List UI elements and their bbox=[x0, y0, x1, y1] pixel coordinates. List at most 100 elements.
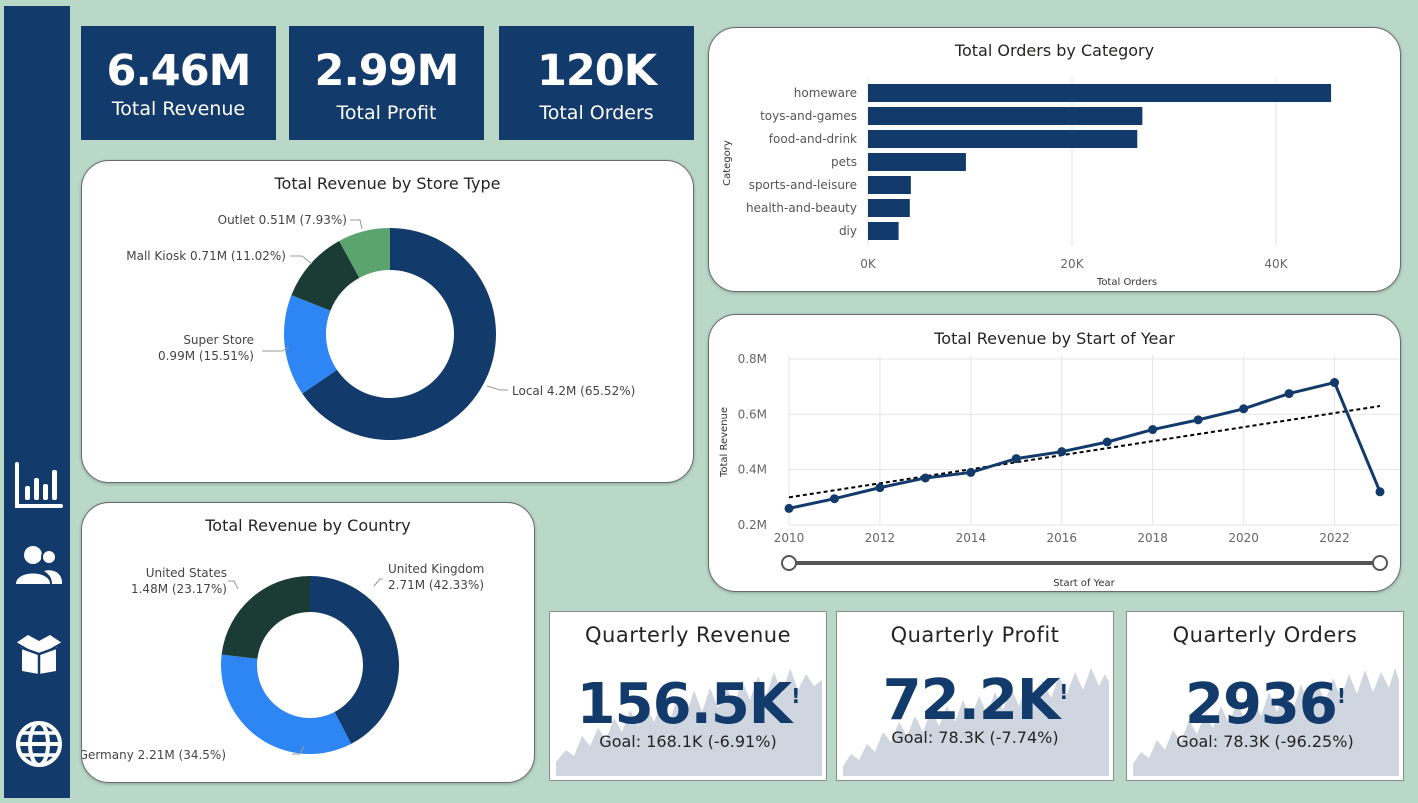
data-point bbox=[966, 467, 976, 477]
card-value: 72.2K! bbox=[837, 668, 1113, 733]
data-point bbox=[1057, 447, 1067, 457]
kpi-label: Total Revenue bbox=[111, 98, 246, 120]
bar-chart-icon bbox=[15, 462, 63, 508]
data-point bbox=[1330, 378, 1340, 388]
slice-label: Super Store bbox=[183, 333, 254, 347]
nav-item-customers[interactable] bbox=[13, 540, 65, 592]
bar bbox=[868, 199, 910, 217]
quarterly-orders-card: Quarterly Orders 2936! Goal: 78.3K (-96.… bbox=[1126, 611, 1404, 781]
slice-label: Local 4.2M (65.52%) bbox=[512, 384, 635, 398]
data-point bbox=[1102, 437, 1112, 447]
category-label: homeware bbox=[794, 86, 857, 100]
leader-line bbox=[228, 580, 239, 590]
leader-line bbox=[486, 385, 508, 391]
data-point bbox=[829, 494, 839, 504]
nav-item-map[interactable] bbox=[13, 718, 65, 770]
country-card: Total Revenue by Country United Kingdom 2… bbox=[81, 502, 535, 783]
slice-label: 0.99M (15.51%) bbox=[158, 349, 254, 363]
year-line-chart: 0.8M 0.6M 0.4M 0.2M 2010 2012 2014 2016 2018 2020… bbox=[719, 352, 1399, 589]
category-label: toys-and-games bbox=[760, 109, 857, 123]
x-tick-label: 2018 bbox=[1137, 531, 1168, 545]
card-title: Quarterly Revenue bbox=[584, 623, 792, 647]
bar bbox=[868, 176, 911, 194]
x-axis-label: Start of Year bbox=[1053, 578, 1115, 589]
slice-label: Mall Kiosk 0.71M (11.02%) bbox=[126, 249, 286, 263]
y-tick-label: 0.2M bbox=[738, 518, 767, 532]
card-title: Quarterly Profit bbox=[890, 623, 1060, 647]
category-card: Total Orders by Category homeware toys-an… bbox=[708, 27, 1401, 292]
bar bbox=[868, 84, 1332, 102]
nav-item-products[interactable] bbox=[13, 628, 65, 680]
leader-line bbox=[290, 255, 313, 265]
slice-label: 2.71M (42.33%) bbox=[388, 578, 484, 592]
data-point bbox=[784, 503, 794, 513]
y-axis-label: Category bbox=[722, 140, 733, 186]
x-tick-label: 2012 bbox=[865, 531, 896, 545]
data-point bbox=[1239, 404, 1249, 414]
value-text: 72.2K bbox=[882, 668, 1061, 733]
kpi-total-profit: 2.99M Total Profit bbox=[289, 26, 484, 140]
alert-marker: ! bbox=[1059, 680, 1068, 704]
bar bbox=[868, 130, 1138, 148]
card-value: 2936! bbox=[1127, 672, 1403, 737]
bar bbox=[868, 107, 1143, 125]
data-point bbox=[1284, 389, 1294, 399]
kpi-total-revenue: 6.46M Total Revenue bbox=[81, 26, 276, 140]
x-tick-label: 20K bbox=[1060, 257, 1084, 271]
card-goal: Goal: 78.3K (-96.25%) bbox=[1176, 732, 1354, 751]
slice-label: United States bbox=[146, 566, 227, 580]
bar bbox=[868, 222, 899, 240]
x-tick-label: 0K bbox=[860, 257, 877, 271]
kpi-value: 120K bbox=[536, 46, 657, 96]
slider-handle-start[interactable] bbox=[781, 555, 797, 571]
x-tick-label: 2022 bbox=[1319, 531, 1350, 545]
x-tick-label: 2014 bbox=[956, 531, 987, 545]
y-tick-label: 0.8M bbox=[738, 352, 767, 366]
x-tick-label: 40K bbox=[1264, 257, 1288, 271]
year-range-slider[interactable] bbox=[781, 555, 1388, 571]
x-axis-label: Total Orders bbox=[1096, 277, 1157, 288]
kpi-total-orders: 120K Total Orders bbox=[499, 26, 694, 140]
bar bbox=[868, 153, 966, 171]
alert-marker: ! bbox=[791, 684, 800, 708]
category-label: health-and-beauty bbox=[746, 201, 857, 215]
nav-item-dashboard[interactable] bbox=[13, 460, 65, 512]
leader-line bbox=[373, 578, 383, 587]
data-point bbox=[920, 473, 930, 483]
store-type-card: Total Revenue by Store Type Local 4.2M (… bbox=[81, 160, 694, 483]
donut-slice bbox=[221, 576, 310, 659]
slider-handle-end[interactable] bbox=[1372, 555, 1388, 571]
data-point bbox=[875, 483, 885, 493]
y-tick-label: 0.4M bbox=[738, 463, 767, 477]
category-label: sports-and-leisure bbox=[749, 178, 857, 192]
quarterly-profit-card: Quarterly Profit 72.2K! Goal: 78.3K (-7.… bbox=[836, 611, 1114, 781]
country-donut-chart: United Kingdom 2.71M (42.33%) Germany 2.21… bbox=[82, 562, 484, 762]
x-tick-label: 2020 bbox=[1228, 531, 1259, 545]
card-title: Quarterly Orders bbox=[1172, 623, 1358, 647]
value-text: 2936 bbox=[1185, 672, 1338, 737]
donut-slice bbox=[221, 654, 352, 754]
slice-label: Germany 2.21M (34.5%) bbox=[82, 748, 226, 762]
category-label: diy bbox=[839, 224, 857, 238]
sidebar bbox=[4, 6, 70, 798]
category-label: food-and-drink bbox=[769, 132, 857, 146]
quarterly-revenue-card: Quarterly Revenue 156.5K! Goal: 168.1K (… bbox=[549, 611, 827, 781]
x-tick-label: 2016 bbox=[1046, 531, 1077, 545]
store-type-donut-chart: Local 4.2M (65.52%) Super Store 0.99M (15.… bbox=[126, 213, 635, 440]
alert-marker: ! bbox=[1336, 684, 1346, 708]
card-value: 156.5K! bbox=[550, 672, 826, 737]
year-card: Total Revenue by Start of Year 0.8M 0.6M 0… bbox=[708, 314, 1401, 592]
report-canvas: 6.46M Total Revenue 2.99M Total Profit 1… bbox=[0, 0, 1418, 803]
users-icon bbox=[16, 546, 63, 584]
kpi-label: Total Orders bbox=[539, 102, 654, 124]
slice-label: United Kingdom bbox=[388, 562, 484, 576]
trendline bbox=[788, 405, 1381, 499]
globe-icon bbox=[16, 721, 62, 767]
value-text: 156.5K bbox=[576, 672, 793, 737]
data-point bbox=[1011, 454, 1021, 464]
card-goal: Goal: 78.3K (-7.74%) bbox=[891, 728, 1059, 747]
slice-label: Outlet 0.51M (7.93%) bbox=[218, 213, 347, 227]
data-point bbox=[1193, 415, 1203, 425]
data-point bbox=[1375, 487, 1385, 497]
leader-line bbox=[350, 219, 363, 230]
